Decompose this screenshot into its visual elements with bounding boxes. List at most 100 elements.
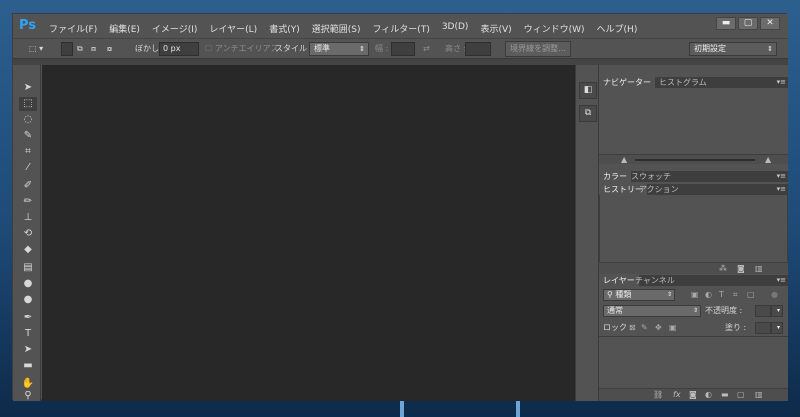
- navigator-zoom-bar: ▲ ▲: [599, 154, 788, 164]
- filter-smart-icon[interactable]: ▢: [747, 289, 755, 301]
- menu-type[interactable]: 書式(Y): [263, 22, 306, 35]
- adjustment-layer-icon[interactable]: ◐: [705, 389, 712, 401]
- subtract-selection-icon[interactable]: ⧈: [91, 42, 96, 56]
- eraser-tool-icon[interactable]: ◆: [19, 243, 37, 257]
- hand-tool-icon[interactable]: ✋: [19, 377, 37, 391]
- layer-filter-value: 種類: [615, 290, 632, 299]
- marquee-preset-icon[interactable]: ⬚ ▾: [29, 42, 43, 56]
- menu-image[interactable]: イメージ(I): [146, 22, 204, 35]
- dodge-tool-icon[interactable]: ●: [19, 293, 37, 307]
- menu-bar: ファイル(F) 編集(E) イメージ(I) レイヤー(L) 書式(Y) 選択範囲…: [43, 22, 643, 35]
- properties-panel-icon[interactable]: ◧: [579, 82, 597, 99]
- panel-menu-icon[interactable]: ▾≡: [777, 171, 786, 182]
- lock-all-icon[interactable]: ▣: [669, 322, 677, 334]
- new-layer-icon[interactable]: ▢: [737, 389, 745, 401]
- adjustments-panel-icon[interactable]: ⧉: [579, 105, 597, 122]
- document-canvas-area[interactable]: [42, 65, 575, 401]
- link-layers-icon[interactable]: ⛓: [653, 389, 663, 401]
- height-input[interactable]: [465, 42, 491, 56]
- filter-adjust-icon[interactable]: ◐: [705, 289, 712, 301]
- antialias-checkbox[interactable]: ☐: [205, 42, 212, 56]
- style-select[interactable]: 標準 ⇕: [309, 42, 369, 56]
- menu-3d[interactable]: 3D(D): [436, 22, 475, 35]
- clone-stamp-tool-icon[interactable]: ⊥: [19, 211, 37, 225]
- swap-icon[interactable]: ⇄: [423, 42, 430, 56]
- crop-tool-icon[interactable]: ⌗: [19, 145, 37, 159]
- filter-toggle-icon[interactable]: ●: [771, 289, 778, 301]
- healing-brush-tool-icon[interactable]: ✐: [19, 179, 37, 193]
- menu-filter[interactable]: フィルター(T): [366, 22, 435, 35]
- lock-position-icon[interactable]: ✥: [655, 322, 662, 334]
- menu-window[interactable]: ウィンドウ(W): [518, 22, 591, 35]
- path-select-tool-icon[interactable]: ➤: [19, 343, 37, 357]
- refine-edge-button[interactable]: 境界線を調整...: [505, 41, 571, 57]
- layer-filter-select[interactable]: ⚲ 種類 ⇕: [603, 289, 675, 301]
- zoom-slider[interactable]: [635, 159, 755, 161]
- feather-input[interactable]: 0 px: [159, 42, 199, 56]
- add-mask-icon[interactable]: ◙: [689, 389, 697, 401]
- layers-footer: ⛓ fx ◙ ◐ ▬ ▢ ▥: [599, 388, 788, 401]
- fill-dropdown[interactable]: ▾: [771, 322, 783, 334]
- brush-tool-icon[interactable]: ✏: [19, 195, 37, 209]
- lock-transparent-icon[interactable]: ⊠: [629, 322, 636, 334]
- menu-select[interactable]: 選択範囲(S): [306, 22, 367, 35]
- camera-icon[interactable]: ◙: [737, 263, 745, 275]
- filter-pixel-icon[interactable]: ▣: [691, 289, 699, 301]
- new-selection-icon[interactable]: [61, 42, 73, 56]
- blend-mode-value: 通常: [607, 306, 623, 315]
- navigator-body: [599, 88, 788, 154]
- eyedropper-tool-icon[interactable]: ⁄: [19, 161, 37, 175]
- tab-actions[interactable]: アクション: [635, 184, 683, 195]
- width-input[interactable]: [391, 42, 415, 56]
- history-brush-tool-icon[interactable]: ⟲: [19, 227, 37, 241]
- layers-list: [599, 336, 788, 388]
- tab-channels[interactable]: チャンネル: [631, 275, 679, 286]
- quick-select-tool-icon[interactable]: ✎: [19, 129, 37, 143]
- panel-menu-icon[interactable]: ▾≡: [777, 184, 786, 195]
- new-group-icon[interactable]: ▬: [721, 389, 729, 401]
- opacity-input[interactable]: [755, 305, 771, 317]
- menu-help[interactable]: ヘルプ(H): [591, 22, 644, 35]
- move-tool-icon[interactable]: ➤: [19, 81, 37, 95]
- snapshot-icon[interactable]: ⁂: [719, 263, 727, 275]
- gradient-tool-icon[interactable]: ▤: [19, 261, 37, 275]
- tab-histogram[interactable]: ヒストグラム: [655, 77, 711, 88]
- filter-shape-icon[interactable]: ⌗: [733, 289, 738, 301]
- menu-layer[interactable]: レイヤー(L): [203, 22, 263, 35]
- layers-body: ⚲ 種類 ⇕ ▣ ◐ T ⌗ ▢ ● 通常 ⇕ 不透明度 : ▾ ロック : ⊠ ✎…: [599, 286, 788, 388]
- menu-view[interactable]: 表示(V): [474, 22, 517, 35]
- lasso-tool-icon[interactable]: ◌: [19, 113, 37, 127]
- blur-tool-icon[interactable]: ●: [19, 277, 37, 291]
- intersect-selection-icon[interactable]: ⧇: [107, 42, 112, 56]
- marquee-tool-icon[interactable]: ⬚: [19, 97, 37, 111]
- chevron-down-icon: ⇕: [767, 45, 773, 53]
- zoom-tool-icon[interactable]: ⚲: [19, 391, 37, 401]
- blend-mode-select[interactable]: 通常 ⇕: [603, 305, 701, 317]
- pen-tool-icon[interactable]: ✒: [19, 311, 37, 325]
- trash-icon[interactable]: ▥: [755, 263, 763, 275]
- filter-type-icon[interactable]: T: [719, 289, 724, 301]
- workspace-select[interactable]: 初期設定 ⇕: [689, 42, 777, 56]
- minimize-button[interactable]: ▬: [716, 17, 736, 30]
- opacity-label: 不透明度 :: [705, 306, 743, 315]
- lock-pixels-icon[interactable]: ✎: [641, 322, 648, 334]
- maximize-button[interactable]: ▢: [738, 17, 758, 30]
- fill-input[interactable]: [755, 322, 771, 334]
- title-bar: Ps ファイル(F) 編集(E) イメージ(I) レイヤー(L) 書式(Y) 選…: [13, 14, 788, 38]
- shape-tool-icon[interactable]: ▬: [19, 359, 37, 373]
- trash-icon[interactable]: ▥: [755, 389, 763, 401]
- tab-swatches[interactable]: スウォッチ: [627, 171, 675, 182]
- tab-navigator[interactable]: ナビゲーター: [599, 77, 655, 88]
- zoom-in-icon[interactable]: ▲: [765, 155, 771, 165]
- chevron-down-icon: ⇕: [666, 291, 672, 298]
- menu-file[interactable]: ファイル(F): [43, 22, 103, 35]
- close-button[interactable]: ✕: [760, 17, 780, 30]
- zoom-out-icon[interactable]: ▲: [621, 155, 627, 165]
- panel-menu-icon[interactable]: ▾≡: [777, 77, 786, 88]
- panel-menu-icon[interactable]: ▾≡: [777, 275, 786, 286]
- menu-edit[interactable]: 編集(E): [103, 22, 146, 35]
- fx-icon[interactable]: fx: [673, 389, 681, 401]
- opacity-dropdown[interactable]: ▾: [771, 305, 783, 317]
- add-selection-icon[interactable]: ⧉: [77, 42, 83, 56]
- type-tool-icon[interactable]: T: [19, 327, 37, 341]
